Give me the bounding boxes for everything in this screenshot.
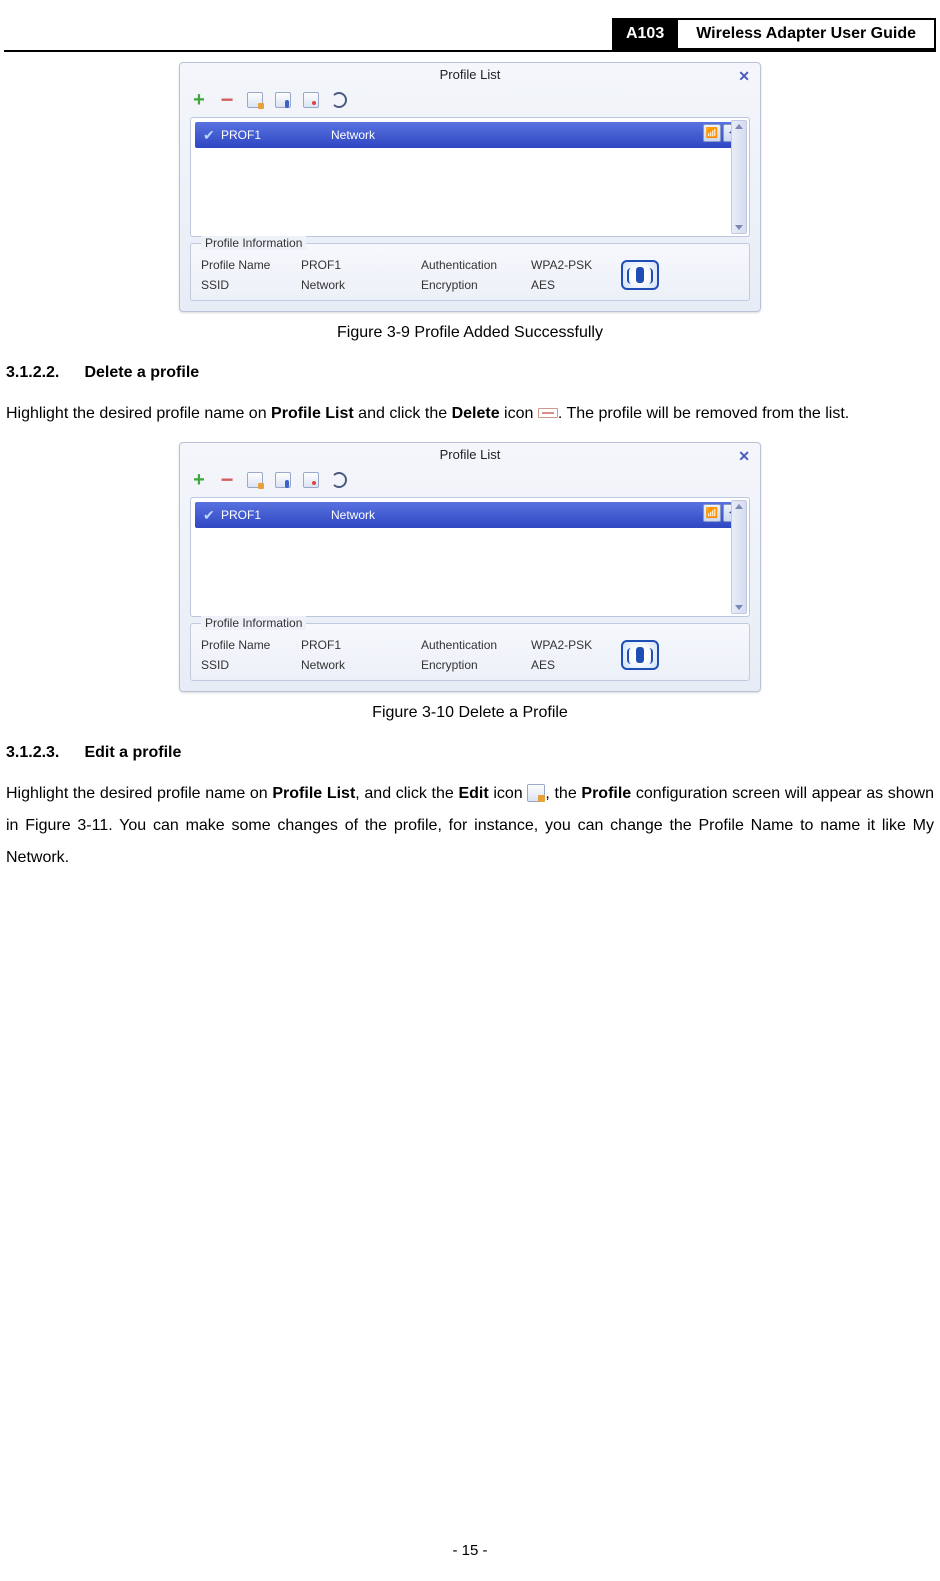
figure-3-9: Profile List ✕ + − ✔ PROF1 Network 📶 (6, 62, 934, 342)
refresh-icon[interactable] (330, 471, 348, 489)
import-icon[interactable] (274, 91, 292, 109)
edit-icon[interactable] (246, 471, 264, 489)
row-profile-name: PROF1 (221, 128, 331, 142)
label-profile-name: Profile Name (201, 258, 301, 272)
section-title: Edit a profile (84, 744, 181, 761)
toolbar: + − (180, 469, 760, 495)
profile-list-window: Profile List ✕ + − ✔ PROF1 Network 📶 (179, 62, 761, 312)
active-check-icon: ✔ (203, 127, 221, 144)
add-icon[interactable]: + (190, 91, 208, 109)
label-profile-name: Profile Name (201, 638, 301, 652)
row-ssid: Network (331, 508, 737, 522)
export-icon[interactable] (302, 471, 320, 489)
section-heading-edit: 3.1.2.3. Edit a profile (6, 744, 934, 762)
row-profile-name: PROF1 (221, 508, 331, 522)
figure-caption: Figure 3-9 Profile Added Successfully (6, 324, 934, 342)
profile-list-window: Profile List ✕ + − ✔ PROF1 Network 📶 (179, 442, 761, 692)
signal-icon: 📶 (703, 504, 721, 522)
profile-info: Profile Information Profile Name PROF1 A… (190, 243, 750, 301)
value-enc: AES (531, 658, 621, 672)
label-auth: Authentication (421, 258, 531, 272)
refresh-icon[interactable] (330, 91, 348, 109)
profile-info: Profile Information Profile Name PROF1 A… (190, 623, 750, 681)
value-profile-name: PROF1 (301, 258, 421, 272)
value-enc: AES (531, 278, 621, 292)
close-icon[interactable]: ✕ (738, 448, 750, 465)
value-auth: WPA2-PSK (531, 258, 621, 272)
section-number: 3.1.2.2. (6, 364, 80, 382)
delete-inline-icon (538, 408, 558, 418)
doc-code: A103 (612, 18, 678, 50)
label-ssid: SSID (201, 278, 301, 292)
doc-title: Wireless Adapter User Guide (678, 18, 936, 50)
toolbar: + − (180, 89, 760, 115)
edit-inline-icon (527, 784, 545, 802)
label-auth: Authentication (421, 638, 531, 652)
profile-row[interactable]: ✔ PROF1 Network 📶 ✦ (195, 502, 745, 528)
page-header: A103 Wireless Adapter User Guide (4, 18, 936, 52)
paragraph-edit: Highlight the desired profile name on Pr… (6, 778, 934, 874)
value-profile-name: PROF1 (301, 638, 421, 652)
value-ssid: Network (301, 278, 421, 292)
close-icon[interactable]: ✕ (738, 68, 750, 85)
wifi-icon (621, 260, 659, 290)
scrollbar[interactable] (731, 500, 747, 614)
label-enc: Encryption (421, 658, 531, 672)
info-legend: Profile Information (201, 236, 306, 250)
scrollbar[interactable] (731, 120, 747, 234)
section-heading-delete: 3.1.2.2. Delete a profile (6, 364, 934, 382)
section-number: 3.1.2.3. (6, 744, 80, 762)
figure-3-10: Profile List ✕ + − ✔ PROF1 Network 📶 (6, 442, 934, 722)
page-number: - 15 - (0, 1542, 940, 1559)
wifi-icon (621, 640, 659, 670)
delete-icon[interactable]: − (218, 471, 236, 489)
delete-icon[interactable]: − (218, 91, 236, 109)
edit-icon[interactable] (246, 91, 264, 109)
add-icon[interactable]: + (190, 471, 208, 489)
active-check-icon: ✔ (203, 507, 221, 524)
section-title: Delete a profile (84, 364, 199, 381)
signal-icon: 📶 (703, 124, 721, 142)
profile-row[interactable]: ✔ PROF1 Network 📶 ✦ (195, 122, 745, 148)
profile-list: ✔ PROF1 Network 📶 ✦ (190, 117, 750, 237)
paragraph-delete: Highlight the desired profile name on Pr… (6, 398, 934, 430)
export-icon[interactable] (302, 91, 320, 109)
label-ssid: SSID (201, 658, 301, 672)
import-icon[interactable] (274, 471, 292, 489)
window-title: Profile List (440, 447, 501, 462)
info-legend: Profile Information (201, 616, 306, 630)
row-ssid: Network (331, 128, 737, 142)
window-title: Profile List (440, 67, 501, 82)
label-enc: Encryption (421, 278, 531, 292)
profile-list: ✔ PROF1 Network 📶 ✦ (190, 497, 750, 617)
value-auth: WPA2-PSK (531, 638, 621, 652)
figure-caption: Figure 3-10 Delete a Profile (6, 704, 934, 722)
value-ssid: Network (301, 658, 421, 672)
